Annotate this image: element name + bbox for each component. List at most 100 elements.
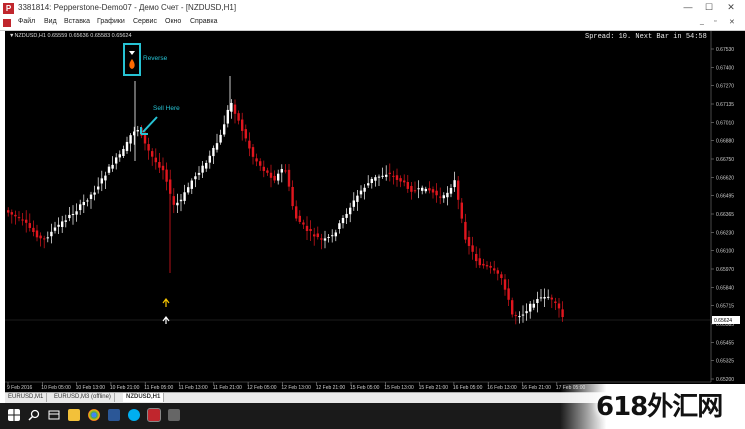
candle-body [136, 130, 139, 132]
menu-file[interactable]: Файл [18, 18, 35, 25]
candle-body [233, 104, 237, 114]
tab-eurusd-m3[interactable]: EURUSD,M3 (offline) [51, 393, 115, 402]
candle-body [453, 180, 456, 188]
candle-body [165, 169, 168, 182]
chart-window[interactable]: 0.67530 0.67400 0.67270 0.67135 0.67010 0.668… [5, 31, 745, 392]
candle-body [248, 140, 251, 149]
candle-body [352, 200, 355, 207]
candle-body [377, 176, 381, 178]
candle-body [28, 223, 31, 228]
candle-body [61, 221, 64, 227]
chart-menu-icon[interactable] [3, 19, 11, 27]
candle-body [435, 190, 438, 196]
price-chart[interactable]: 0.67530 0.67400 0.67270 0.67135 0.67010 0.668… [5, 31, 745, 392]
candle-body [35, 230, 39, 238]
task-view-icon[interactable] [48, 409, 60, 421]
candle-body [223, 124, 226, 135]
skype-icon[interactable] [128, 409, 140, 421]
word-icon[interactable] [108, 409, 120, 421]
tab-nzdusd-h1[interactable]: NZDUSD,H1 [123, 393, 165, 402]
candle-body [25, 219, 28, 223]
price-label: 0.66880 [716, 139, 734, 145]
terminal-icon[interactable] [147, 408, 161, 422]
candle-body [446, 192, 449, 198]
menu-charts[interactable]: Графики [97, 18, 125, 25]
candle-body [244, 129, 247, 139]
candle-body [125, 141, 129, 151]
candle-body [349, 207, 352, 215]
price-label: 0.66620 [716, 175, 734, 181]
app-icon[interactable] [168, 409, 180, 421]
candle-body [7, 210, 10, 213]
candle-body [471, 245, 474, 252]
candle-body [118, 154, 121, 158]
tab-eurusd-m1[interactable]: EURUSD,M1 [5, 393, 48, 402]
sell-arrow-icon [129, 51, 135, 55]
candle-body [129, 135, 132, 144]
time-label: 10 Feb 05:00 [41, 385, 71, 391]
menu-insert[interactable]: Вставка [64, 18, 90, 25]
candle-body [46, 237, 49, 239]
time-label: 11 Feb 13:00 [179, 385, 208, 391]
candle-body [478, 258, 481, 266]
candle-body [374, 177, 377, 181]
candle-body [381, 175, 384, 177]
candle-body [21, 219, 24, 221]
candle-body [241, 119, 244, 131]
minimize-button[interactable]: — [681, 2, 695, 12]
candle-body [367, 183, 370, 186]
watermark: 618外汇网 [596, 392, 723, 422]
candle-body [431, 189, 435, 193]
menu-help[interactable]: Справка [190, 18, 217, 25]
price-label: 0.65200 [716, 377, 734, 383]
reverse-label: Reverse [143, 55, 168, 62]
candle-body [259, 161, 262, 166]
candle-body [197, 172, 201, 175]
file-explorer-icon[interactable] [68, 409, 80, 421]
candle-body [363, 187, 366, 192]
time-label: 15 Feb 21:00 [419, 385, 449, 391]
time-label: 15 Feb 05:00 [350, 385, 380, 391]
menu-view[interactable]: Вид [44, 18, 57, 25]
candle-body [356, 195, 359, 202]
candle-body [543, 297, 546, 299]
candle-body [93, 192, 96, 195]
maximize-button[interactable]: ☐ [702, 2, 716, 13]
candle-body [421, 187, 424, 191]
mdi-minimize-button[interactable]: _ [700, 18, 704, 25]
time-label: 9 Feb 2016 [7, 385, 33, 391]
search-icon[interactable] [28, 409, 40, 421]
price-label: 0.65970 [716, 267, 734, 273]
candle-body [464, 221, 467, 240]
candle-body [154, 157, 157, 163]
candle-body [176, 202, 179, 206]
candle-body [187, 187, 190, 193]
time-label: 16 Feb 21:00 [522, 385, 552, 391]
price-label: 0.65455 [716, 340, 734, 346]
time-label: 11 Feb 05:00 [144, 385, 173, 391]
menu-window[interactable]: Окно [165, 18, 181, 25]
candle-body [79, 204, 82, 211]
buy-arrow-icon [162, 298, 170, 307]
close-button[interactable]: ✕ [724, 2, 738, 13]
candle-body [385, 174, 388, 177]
time-label: 15 Feb 13:00 [384, 385, 414, 391]
candle-body [309, 228, 312, 232]
candle-body [190, 180, 193, 189]
chrome-icon[interactable] [88, 409, 100, 421]
candle-body [439, 196, 442, 198]
menu-tools[interactable]: Сервис [133, 18, 157, 25]
candle-body [255, 158, 258, 162]
price-label: 0.67270 [716, 84, 734, 90]
mdi-close-button[interactable]: ✕ [729, 18, 735, 26]
windows-icon[interactable] [8, 409, 20, 421]
mdi-restore-button[interactable]: ▫ [714, 18, 716, 25]
buy-arrow-icon [162, 316, 170, 324]
sell-here-arrow-icon [142, 116, 158, 133]
candle-body [536, 299, 539, 304]
time-label: 10 Feb 13:00 [76, 385, 106, 391]
candle-body [158, 162, 161, 168]
price-label: 0.67530 [716, 47, 734, 53]
candle-body [460, 202, 463, 219]
price-label: 0.65715 [716, 304, 734, 310]
